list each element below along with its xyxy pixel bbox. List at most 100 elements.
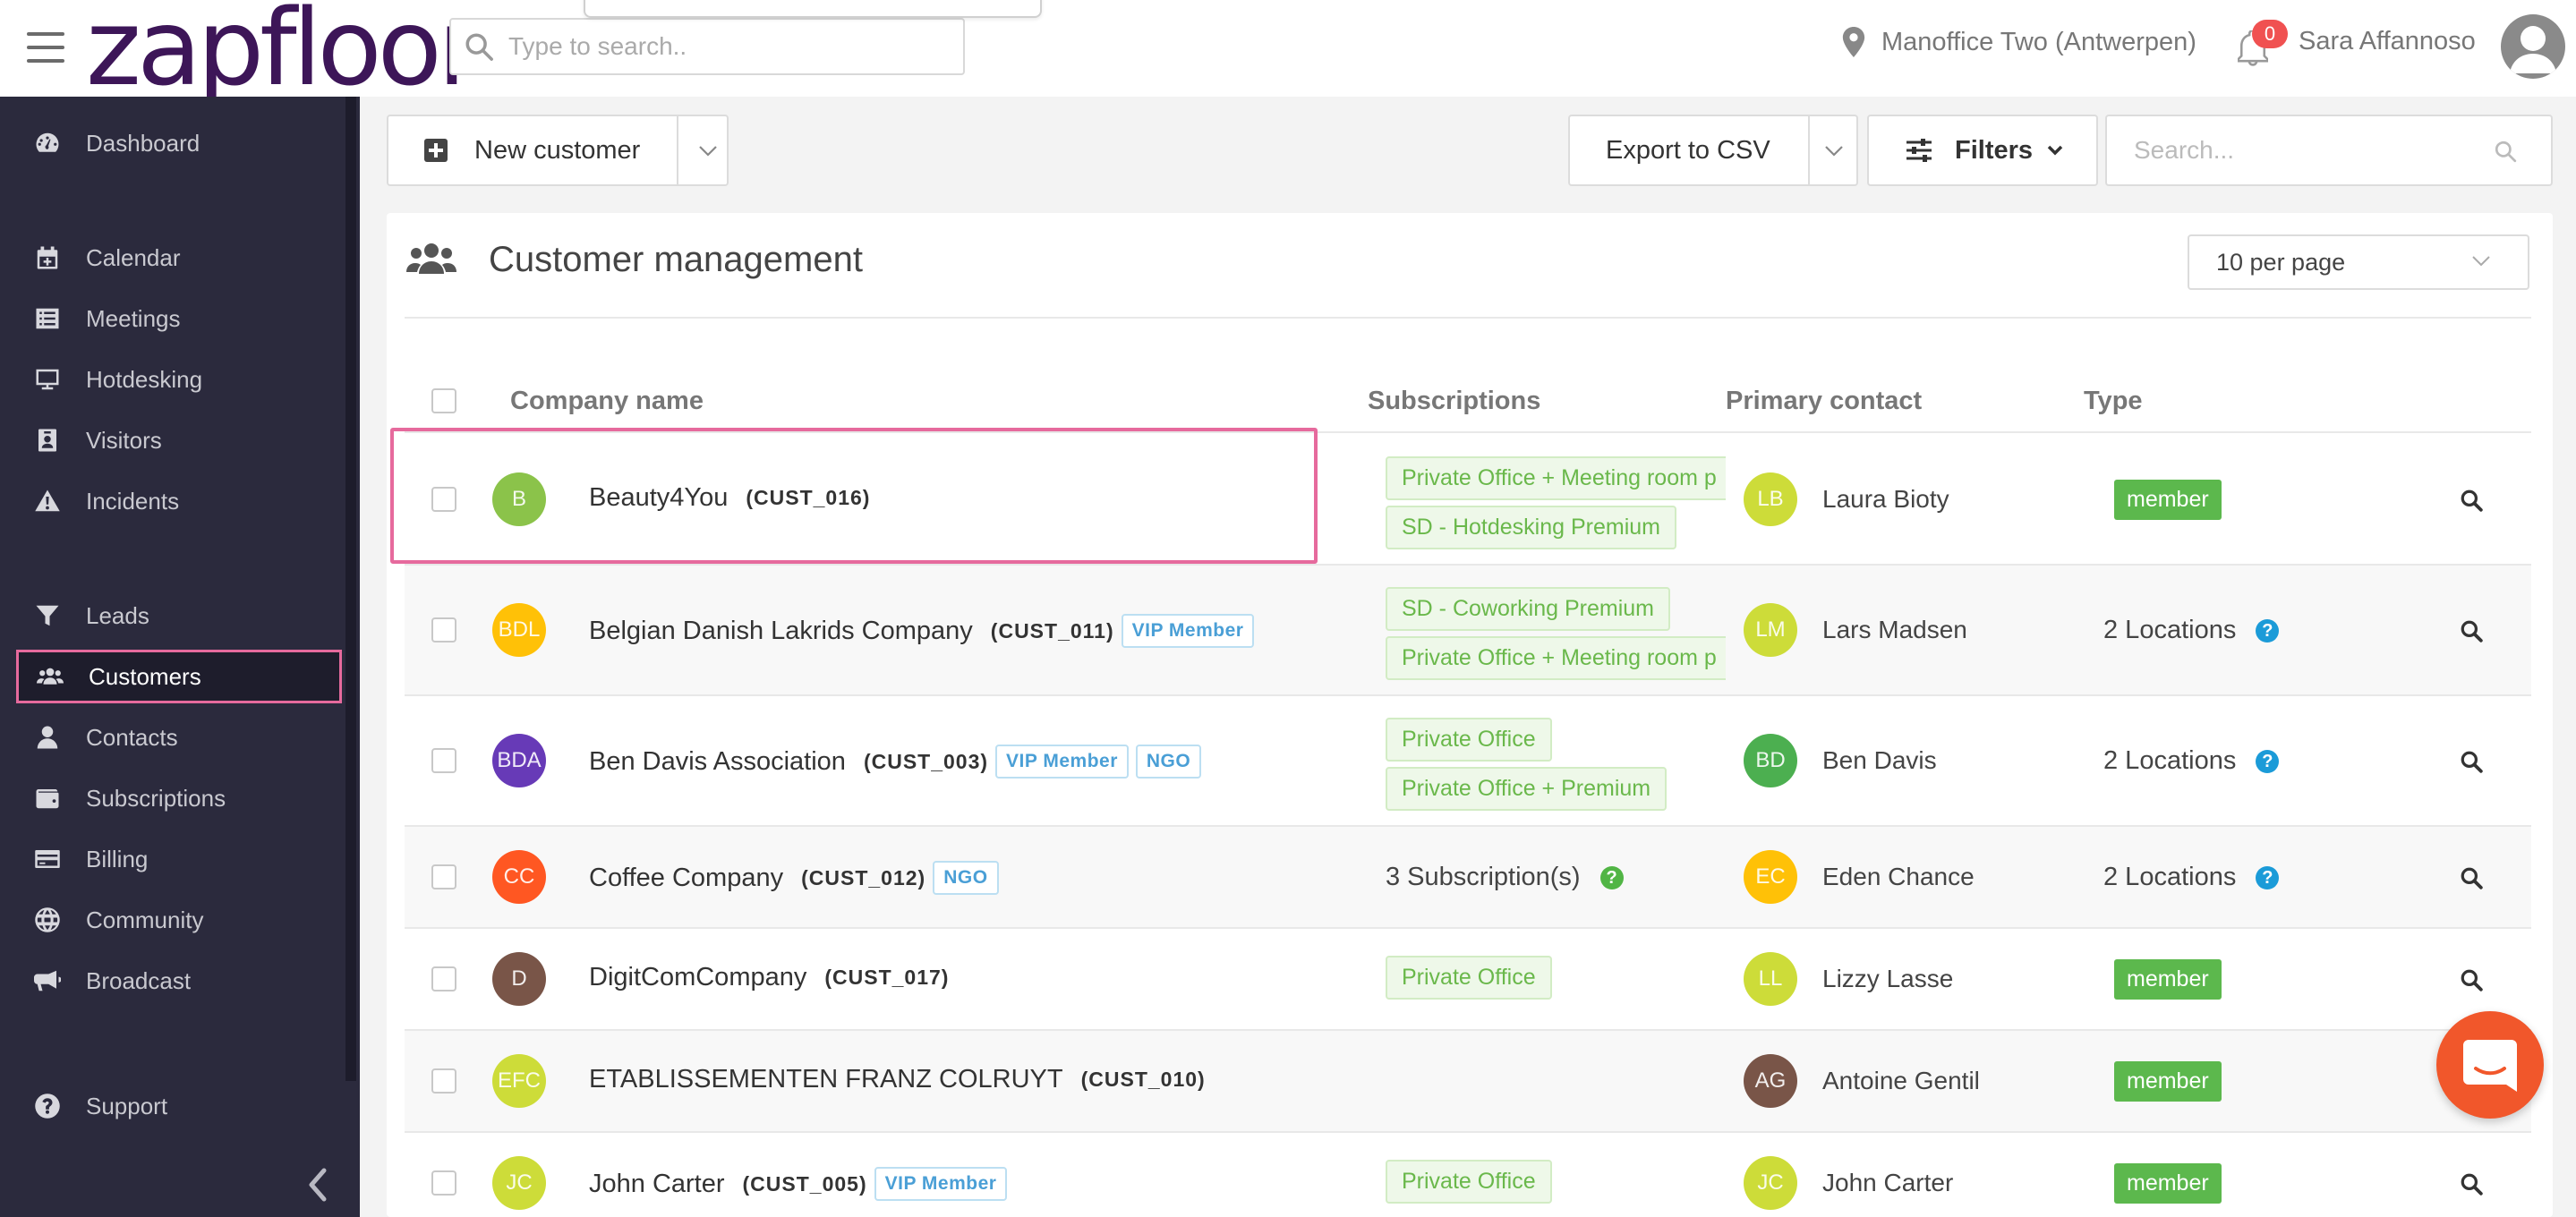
row-checkbox[interactable] [431,617,456,643]
search-icon[interactable] [2460,489,2483,512]
global-search[interactable] [449,18,965,75]
sidebar-item-dashboard[interactable]: Dashboard [16,116,342,170]
per-page-value: 10 per page [2216,248,2346,276]
customer-search[interactable] [2105,115,2553,186]
contact-name[interactable]: Ben Davis [1822,746,1937,775]
table-row[interactable]: CC Coffee Company (CUST_012) NGO 3 Subsc… [405,827,2531,929]
export-dropdown-chevron-icon[interactable] [1824,145,1844,157]
type-locations: 2 Locations ? [2103,616,2280,645]
contact-name[interactable]: Antoine Gentil [1822,1067,1980,1095]
row-checkbox[interactable] [431,1068,456,1094]
user-avatar[interactable] [2501,14,2565,79]
subscription-pill[interactable]: Private Office [1386,1160,1552,1204]
sidebar-item-billing[interactable]: Billing [16,832,342,886]
company-name[interactable]: Beauty4You [589,483,728,513]
table-row[interactable]: JC John Carter (CUST_005) VIP Member Pri… [405,1133,2531,1217]
collapse-sidebar-chevron-icon[interactable] [306,1167,328,1203]
sidebar-item-visitors[interactable]: Visitors [16,413,342,467]
subscriptions-count[interactable]: 3 Subscription(s) [1386,863,1581,892]
sidebar-item-label: Subscriptions [86,784,226,812]
subscriptions-cell: SD - Coworking Premium Private Office + … [1386,587,1726,685]
row-checkbox[interactable] [431,966,456,991]
subscription-pill[interactable]: SD - Hotdesking Premium [1386,506,1676,549]
company-name[interactable]: John Carter [589,1170,725,1199]
search-icon[interactable] [2494,140,2517,163]
table-row[interactable]: BDL Belgian Danish Lakrids Company (CUST… [405,566,2531,696]
new-customer-button[interactable]: New customer [387,115,729,186]
contact-name[interactable]: Lars Madsen [1822,616,1967,644]
user-name[interactable]: Sara Affannoso [2299,27,2476,56]
sidebar-item-community[interactable]: Community [16,893,342,947]
location-selector[interactable]: Manoffice Two (Antwerpen) [1842,27,2196,57]
subscription-pill[interactable]: Private Office + Premium [1386,767,1668,811]
help-question-icon[interactable]: ? [1599,865,1624,889]
sidebar-item-incidents[interactable]: Incidents [16,474,342,528]
zapfloor-logo[interactable]: zapfloor [86,0,481,100]
company-name[interactable]: Belgian Danish Lakrids Company [589,617,973,646]
contact-name[interactable]: Lizzy Lasse [1822,965,1953,993]
subscription-pill[interactable]: Private Office [1386,718,1552,762]
sidebar-item-meetings[interactable]: Meetings [16,292,342,345]
company-name-cell[interactable]: Belgian Danish Lakrids Company (CUST_011… [589,614,1255,648]
company-name[interactable]: DigitComCompany [589,963,806,992]
contact-name[interactable]: Laura Bioty [1822,485,1949,514]
chevron-down-icon [2472,256,2490,267]
per-page-select[interactable]: 10 per page [2188,234,2529,290]
type-badge-member: member [2114,480,2222,520]
sidebar-item-subscriptions[interactable]: Subscriptions [16,771,342,825]
contact-name[interactable]: Eden Chance [1822,863,1975,891]
row-checkbox[interactable] [431,864,456,889]
export-csv-button[interactable]: Export to CSV [1568,115,1858,186]
company-name-cell[interactable]: John Carter (CUST_005) VIP Member [589,1167,1008,1201]
company-name-cell[interactable]: Beauty4You (CUST_016) [589,483,870,513]
subscription-pill[interactable]: Private Office + Meeting room p [1386,456,1726,500]
sidebar-item-contacts[interactable]: Contacts [16,711,342,764]
company-name[interactable]: Ben Davis Association [589,747,846,777]
sidebar-item-broadcast[interactable]: Broadcast [16,954,342,1008]
help-question-icon[interactable]: ? [2256,618,2280,643]
company-name-cell[interactable]: DigitComCompany (CUST_017) [589,963,949,992]
sidebar-item-customers[interactable]: Customers [16,650,342,703]
table-row[interactable]: EFC ETABLISSEMENTEN FRANZ COLRUYT (CUST_… [405,1031,2531,1133]
table-row[interactable]: B Beauty4You (CUST_016) Private Office +… [405,435,2531,566]
sidebar-item-label: Visitors [86,426,162,454]
company-name-cell[interactable]: Ben Davis Association (CUST_003) VIP Mem… [589,745,1202,779]
company-name-cell[interactable]: Coffee Company (CUST_012) NGO [589,861,999,895]
table-row[interactable]: D DigitComCompany (CUST_017) Private Off… [405,929,2531,1031]
sidebar-item-support[interactable]: Support [16,1079,342,1133]
search-icon[interactable] [2460,866,2483,889]
hamburger-menu-icon[interactable] [27,32,64,63]
subscription-pill[interactable]: SD - Coworking Premium [1386,587,1671,631]
search-icon[interactable] [2460,750,2483,773]
contact-avatar: BD [1744,734,1797,787]
table-row[interactable]: BDA Ben Davis Association (CUST_003) VIP… [405,696,2531,827]
row-checkbox[interactable] [431,1170,456,1196]
column-header-company[interactable]: Company name [510,387,704,416]
customer-search-input[interactable] [2134,136,2474,165]
subscription-pill[interactable]: Private Office + Meeting room p [1386,636,1726,680]
sidebar-scrollbar[interactable] [345,97,356,1081]
select-all-checkbox[interactable] [431,388,456,413]
search-icon[interactable] [2460,619,2483,643]
contact-avatar: AG [1744,1054,1797,1108]
notifications[interactable]: 0 [2238,20,2288,66]
contact-name[interactable]: John Carter [1822,1169,1953,1197]
filters-button[interactable]: Filters [1867,115,2098,186]
company-avatar: D [492,952,546,1006]
sidebar-item-hotdesking[interactable]: Hotdesking [16,353,342,406]
company-name[interactable]: Coffee Company [589,864,783,893]
sidebar-item-leads[interactable]: Leads [16,589,342,643]
global-search-input[interactable] [508,32,938,61]
help-question-icon[interactable]: ? [2256,749,2280,773]
help-question-icon[interactable]: ? [2256,865,2280,889]
new-customer-dropdown-chevron-icon[interactable] [698,145,718,157]
row-checkbox[interactable] [431,748,456,773]
search-icon[interactable] [2460,968,2483,991]
search-icon[interactable] [2460,1172,2483,1196]
chat-widget-button[interactable] [2436,1011,2544,1119]
row-checkbox[interactable] [431,487,456,512]
subscription-pill[interactable]: Private Office [1386,956,1552,1000]
company-name-cell[interactable]: ETABLISSEMENTEN FRANZ COLRUYT (CUST_010) [589,1065,1206,1094]
sidebar-item-calendar[interactable]: Calendar [16,231,342,285]
company-name[interactable]: ETABLISSEMENTEN FRANZ COLRUYT [589,1065,1063,1094]
